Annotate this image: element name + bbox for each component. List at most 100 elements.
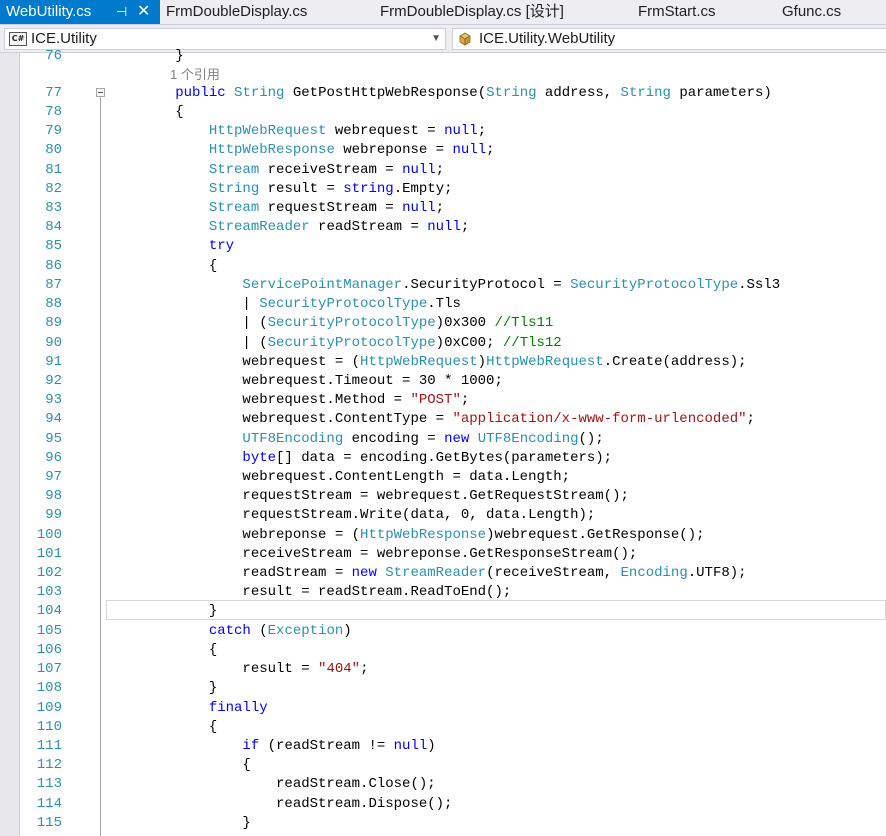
code-line[interactable]: public String GetPostHttpWebResponse(Str… — [108, 84, 772, 103]
code-token: )0x300 — [435, 315, 495, 332]
project-dropdown[interactable]: C# ICE.Utility ▼ — [4, 28, 446, 50]
line-number: 103 — [36, 584, 62, 601]
code-token: encoding = — [343, 430, 445, 447]
code-line[interactable]: readStream.Close(); — [108, 775, 436, 794]
code-line[interactable]: { — [108, 718, 217, 737]
document-tab-strip: WebUtility.cs ⊣ ✕ FrmDoubleDisplay.cs Fr… — [0, 0, 886, 24]
code-token: { — [108, 641, 218, 658]
code-line[interactable]: webrequest.Method = "POST"; — [108, 391, 469, 410]
code-line[interactable]: requestStream = webrequest.GetRequestStr… — [108, 487, 628, 506]
code-token: ( — [250, 622, 268, 639]
code-token: result = readStream.ReadToEnd(); — [108, 584, 512, 601]
code-token: ; — [486, 142, 495, 159]
code-line[interactable]: webreponse = (HttpWebResponse)webrequest… — [108, 526, 704, 545]
code-token: ; — [460, 219, 470, 236]
code-line[interactable]: ServicePointManager.SecurityProtocol = S… — [108, 276, 780, 295]
pin-icon[interactable]: ⊣ — [116, 0, 127, 24]
code-token: webreponse = — [334, 142, 453, 159]
code-token: ; — [460, 392, 470, 409]
code-line[interactable]: UTF8Encoding encoding = new UTF8Encoding… — [108, 430, 603, 449]
line-number: 104 — [36, 603, 62, 620]
code-line[interactable]: | (SecurityProtocolType)0xC00; //Tls12 — [108, 334, 561, 353]
code-token: webreponse = ( — [108, 526, 361, 543]
code-line[interactable]: } — [108, 679, 217, 698]
code-line[interactable]: | (SecurityProtocolType)0x300 //Tls11 — [108, 314, 553, 333]
line-number: 96 — [45, 449, 62, 466]
code-token: readStream.Dispose(); — [108, 795, 453, 812]
code-editor[interactable]: 76 77 78 79 80 81 82 83 84 85 86 87 88 89 90 91 92 93 94 95… — [0, 48, 886, 836]
collapse-toggle-icon[interactable] — [96, 88, 105, 97]
code-line[interactable]: { — [108, 641, 217, 660]
code-token: ; — [360, 661, 369, 678]
code-line[interactable]: StreamReader readStream = null; — [108, 218, 469, 237]
indicator-margin[interactable] — [0, 53, 20, 836]
class-icon — [459, 32, 471, 46]
code-line[interactable]: webrequest.ContentType = "application/x-… — [108, 410, 755, 429]
code-line[interactable]: finally — [108, 699, 268, 718]
code-token: webrequest.ContentType = — [108, 411, 453, 428]
code-token: result = — [259, 180, 344, 197]
code-line[interactable]: } — [108, 602, 217, 621]
tab-label: Gfunc.cs — [782, 3, 842, 20]
line-number: 76 — [45, 48, 62, 64]
code-line[interactable]: { — [108, 756, 250, 775]
reference-codelens[interactable]: 1 个引用 — [170, 65, 220, 84]
code-line[interactable]: result = "404"; — [108, 660, 368, 679]
tab-webutility[interactable]: WebUtility.cs ⊣ ✕ — [0, 0, 160, 24]
code-line[interactable]: requestStream.Write(data, 0, data.Length… — [108, 506, 595, 525]
code-token: Exception — [267, 622, 344, 639]
type-dropdown[interactable]: ICE.Utility.WebUtility — [452, 28, 886, 50]
code-token: } — [108, 48, 184, 64]
code-token: StreamReader — [208, 219, 310, 236]
code-token: | ( — [108, 334, 268, 351]
code-token: //Tls11 — [494, 315, 554, 332]
code-line[interactable]: catch (Exception) — [108, 622, 352, 641]
code-line[interactable]: } — [108, 47, 184, 66]
code-line[interactable]: readStream.Dispose(); — [108, 795, 452, 814]
chevron-down-icon[interactable]: ▼ — [431, 29, 441, 49]
line-number: 98 — [45, 488, 62, 505]
code-token: result = — [108, 661, 319, 678]
tab-frmdoubledisplay-design[interactable]: FrmDoubleDisplay.cs [设计] — [380, 0, 564, 24]
tab-gfunc[interactable]: Gfunc.cs — [782, 0, 841, 24]
code-line[interactable]: webrequest = (HttpWebRequest)HttpWebRequ… — [108, 353, 746, 372]
code-line[interactable]: Stream receiveStream = null; — [108, 161, 444, 180]
code-line[interactable]: { — [108, 257, 217, 276]
tab-frmstart[interactable]: FrmStart.cs — [638, 0, 716, 24]
code-line[interactable]: String result = string.Empty; — [108, 180, 453, 199]
code-line[interactable]: HttpWebResponse webreponse = null; — [108, 141, 495, 160]
code-token: finally — [208, 699, 268, 716]
line-number: 87 — [45, 276, 62, 293]
line-number-gutter: 76 77 78 79 80 81 82 83 84 85 86 87 88 89 90 91 92 93 94 95… — [20, 48, 72, 836]
tab-frmdoubledisplay[interactable]: FrmDoubleDisplay.cs — [166, 0, 307, 24]
code-line[interactable]: try — [108, 237, 234, 256]
code-token: } — [108, 680, 218, 697]
line-number: 79 — [45, 123, 62, 140]
code-line[interactable]: receiveStream = webreponse.GetResponseSt… — [108, 545, 637, 564]
code-line[interactable]: byte[] data = encoding.GetBytes(paramete… — [108, 449, 612, 468]
code-line[interactable]: if (readStream != null) — [108, 737, 435, 756]
code-token: (receiveStream, — [486, 565, 621, 582]
code-line[interactable]: webrequest.Timeout = 30 * 1000; — [108, 372, 502, 391]
code-token: { — [108, 257, 218, 274]
code-token: "application/x-www-form-urlencoded" — [452, 411, 747, 428]
code-line[interactable]: webrequest.ContentLength = data.Length; — [108, 468, 570, 487]
code-token: receiveStream = — [259, 161, 403, 178]
code-line[interactable]: result = readStream.ReadToEnd(); — [108, 583, 511, 602]
code-token: public — [175, 85, 226, 101]
code-token: .Ssl3 — [738, 276, 781, 293]
code-line[interactable]: Stream requestStream = null; — [108, 199, 444, 218]
code-line[interactable]: { — [108, 103, 183, 122]
code-line[interactable]: readStream = new StreamReader(receiveStr… — [108, 564, 746, 583]
code-token: webrequest = — [326, 123, 445, 140]
close-icon[interactable]: ✕ — [137, 0, 150, 24]
code-line[interactable]: } — [108, 814, 250, 833]
code-line[interactable]: HttpWebRequest webrequest = null; — [108, 122, 486, 141]
code-line[interactable]: | SecurityProtocolType.Tls — [108, 295, 460, 314]
